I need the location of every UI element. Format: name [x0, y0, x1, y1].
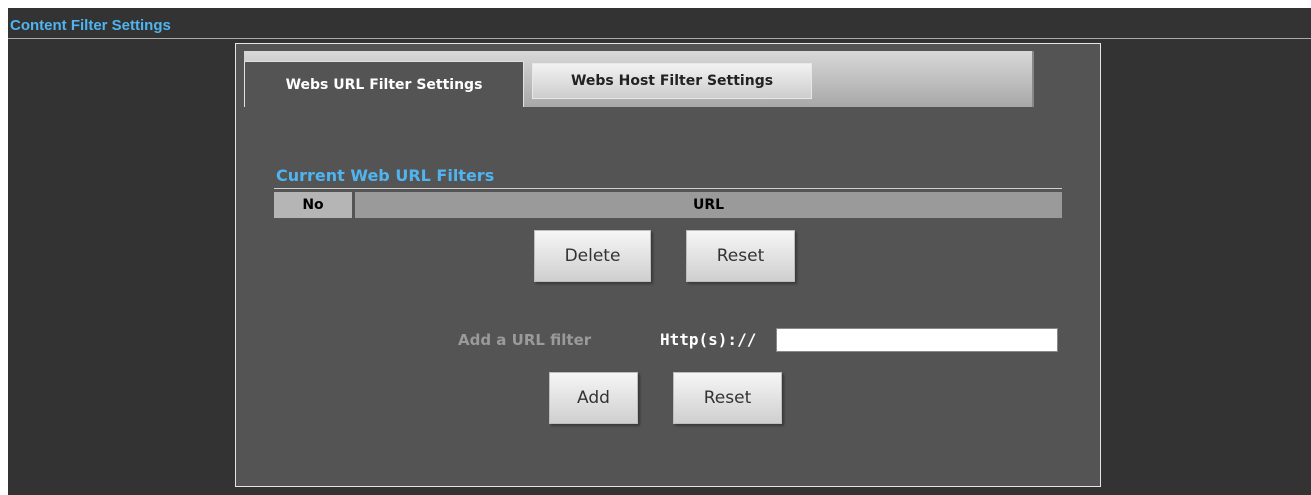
- add-url-filter-label: Add a URL filter: [458, 331, 592, 349]
- delete-button[interactable]: Delete: [534, 230, 651, 282]
- tab-url-filter[interactable]: Webs URL Filter Settings: [244, 61, 524, 107]
- reset-filters-button[interactable]: Reset: [686, 230, 795, 282]
- reset-add-button[interactable]: Reset: [673, 372, 782, 424]
- tab-host-filter-label: Webs Host Filter Settings: [570, 73, 774, 89]
- tab-host-filter[interactable]: Webs Host Filter Settings: [532, 63, 812, 99]
- current-filters-heading: Current Web URL Filters: [276, 166, 495, 185]
- filter-panel: Webs URL Filter Settings Webs Host Filte…: [235, 43, 1101, 487]
- column-header-url: URL: [355, 192, 1062, 218]
- add-button[interactable]: Add: [549, 372, 638, 424]
- content-filter-page: Content Filter Settings Webs URL Filter …: [8, 8, 1311, 495]
- tab-url-filter-label: Webs URL Filter Settings: [285, 76, 483, 93]
- heading-divider: [274, 188, 1062, 189]
- url-prefix-label: Http(s)://: [660, 330, 757, 349]
- section-header: Content Filter Settings: [8, 8, 1311, 39]
- column-header-no: No: [274, 192, 352, 218]
- url-filter-input[interactable]: [776, 328, 1058, 352]
- section-title: Content Filter Settings: [10, 17, 171, 34]
- filters-table-header: No URL: [274, 192, 1062, 218]
- tab-bar: Webs URL Filter Settings Webs Host Filte…: [244, 51, 1034, 107]
